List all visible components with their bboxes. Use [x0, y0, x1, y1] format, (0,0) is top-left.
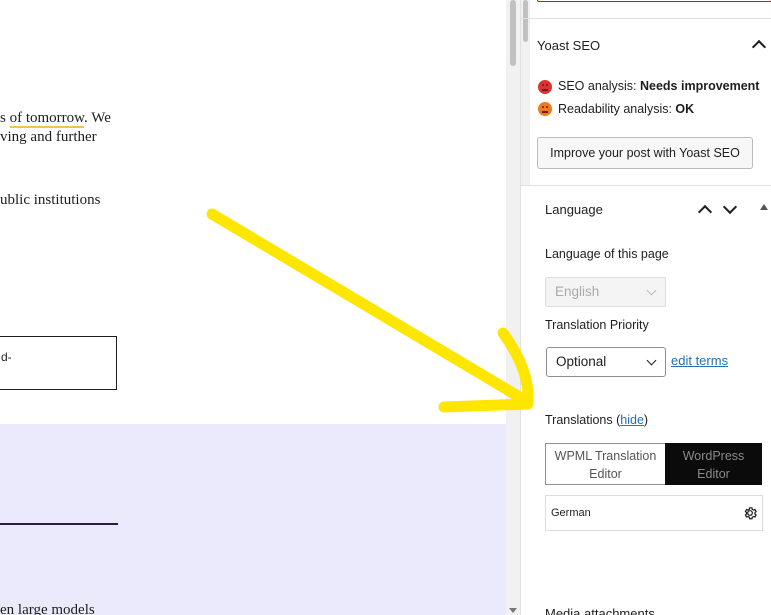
hide-translations-link[interactable]: hide — [620, 413, 644, 427]
editor-canvas[interactable]: s of tomorrow. We ving and further ublic… — [0, 0, 506, 615]
language-panel-title[interactable]: Language — [545, 202, 603, 217]
scroll-down-arrow[interactable] — [509, 608, 517, 613]
media-attachments-panel-title[interactable]: Media attachments — [545, 606, 655, 615]
seo-status-icon — [538, 80, 552, 94]
scrollbar-thumb[interactable] — [523, 0, 528, 42]
collapse-icon[interactable] — [760, 204, 768, 210]
page-language-select: English — [545, 277, 666, 307]
translation-priority-select[interactable]: Optional — [546, 347, 666, 377]
translation-language-name: German — [551, 507, 591, 519]
improve-post-button[interactable]: Improve your post with Yoast SEO — [537, 137, 753, 169]
chevron-up-icon[interactable] — [751, 39, 767, 55]
seo-analysis: SEO analysis: Needs improvement — [558, 79, 759, 93]
translations-label: Translations (hide) — [545, 413, 648, 427]
seo-analysis-value: Needs improvement — [639, 79, 760, 93]
block-divider — [0, 523, 118, 525]
translations-text: Translations ( — [545, 413, 621, 427]
text-fragment: . We — [84, 110, 111, 126]
translation-priority-label: Translation Priority — [545, 318, 649, 332]
block-text: en large models — [0, 602, 95, 615]
divider — [521, 18, 771, 19]
translations-paren: ) — [643, 413, 649, 427]
chevron-down-icon — [646, 285, 657, 296]
sidebar-scrollbar[interactable] — [521, 0, 530, 185]
editor-scrollbar[interactable] — [506, 0, 520, 615]
edit-terms-link[interactable]: edit terms — [671, 353, 728, 368]
paragraph-line: ving and further — [0, 129, 97, 145]
page-language-value: English — [555, 284, 600, 299]
option-label: WPML Translation — [554, 449, 657, 463]
wpml-translation-editor-option[interactable]: WPML Translation Editor — [545, 443, 665, 485]
move-up-icon[interactable] — [697, 204, 713, 220]
move-down-icon[interactable] — [722, 199, 738, 215]
paragraph-line: s of tomorrow. We — [0, 110, 111, 128]
chevron-down-icon — [646, 355, 657, 366]
option-label: Editor — [589, 467, 622, 481]
highlighted-block[interactable]: en large models — [0, 424, 506, 615]
yoast-panel-title[interactable]: Yoast SEO — [537, 38, 600, 53]
readability-analysis: Readability analysis: OK — [558, 102, 694, 116]
translation-row-german[interactable]: German — [545, 495, 763, 531]
translation-priority-value: Optional — [556, 354, 607, 369]
scrollbar-thumb[interactable] — [510, 0, 516, 66]
option-label: Editor — [697, 467, 730, 481]
underlined-text: of tomorrow — [9, 110, 85, 128]
wordpress-editor-option[interactable]: WordPress Editor — [665, 443, 762, 485]
settings-sidebar: Yoast SEO SEO analysis: Needs improvemen… — [520, 0, 771, 615]
readability-value: OK — [675, 102, 695, 116]
seo-analysis-label: SEO analysis: — [558, 79, 640, 93]
divider — [521, 185, 771, 186]
gear-icon[interactable] — [742, 505, 758, 521]
page-language-label: Language of this page — [545, 247, 669, 261]
previous-panel-button[interactable] — [537, 0, 771, 2]
readability-status-icon — [538, 102, 552, 116]
readability-label: Readability analysis: — [558, 102, 676, 116]
bordered-block[interactable]: d- — [0, 336, 117, 390]
paragraph-line: ublic institutions — [0, 192, 101, 208]
text-fragment: s — [0, 110, 10, 126]
block-text: d- — [1, 350, 12, 364]
option-label: WordPress — [682, 449, 745, 463]
